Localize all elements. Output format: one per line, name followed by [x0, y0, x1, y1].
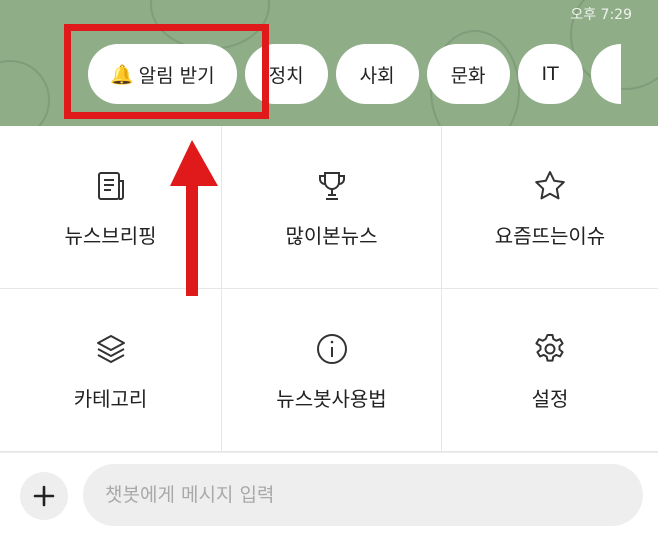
layers-icon	[91, 329, 131, 369]
menu-grid: 뉴스브리핑 많이본뉴스 요즘뜨는이슈 카테고리 뉴스봇사용법 설정	[0, 126, 658, 452]
message-composer	[0, 452, 658, 533]
gear-icon	[530, 329, 570, 369]
newspaper-icon	[91, 166, 131, 206]
chip-alarm[interactable]: 🔔 알림 받기	[88, 44, 237, 104]
quick-reply-chips: 🔔 알림 받기 정치 사회 문화 IT	[88, 44, 621, 104]
menu-label: 카테고리	[73, 386, 148, 411]
plus-icon	[33, 485, 55, 507]
chip-culture[interactable]: 문화	[426, 44, 510, 104]
menu-label: 요즘뜨는이슈	[494, 223, 606, 248]
menu-label: 뉴스브리핑	[64, 223, 157, 248]
chip-label: 알림 받기	[138, 64, 215, 87]
chip-politics[interactable]: 정치	[244, 44, 328, 104]
chip-it[interactable]: IT	[517, 44, 583, 104]
chip-label: IT	[541, 63, 559, 85]
background-doodle	[150, 0, 270, 50]
menu-newsbot-guide[interactable]: 뉴스봇사용법	[222, 289, 442, 452]
menu-category[interactable]: 카테고리	[0, 289, 222, 452]
background-doodle	[0, 60, 50, 126]
menu-label: 뉴스봇사용법	[276, 386, 387, 411]
menu-trending-issues[interactable]: 요즘뜨는이슈	[442, 126, 658, 289]
trophy-icon	[312, 166, 352, 206]
menu-popular-news[interactable]: 많이본뉴스	[222, 126, 442, 289]
info-icon	[312, 329, 352, 369]
menu-settings[interactable]: 설정	[442, 289, 658, 452]
status-bar-time: 오후 7:29	[570, 7, 632, 23]
chip-next-partial[interactable]	[590, 44, 621, 104]
chip-label: 정치	[268, 64, 304, 87]
menu-label: 많이본뉴스	[285, 223, 378, 248]
bell-icon: 🔔	[110, 63, 134, 86]
chip-society[interactable]: 사회	[335, 44, 419, 104]
chip-label: 사회	[359, 64, 395, 87]
menu-news-briefing[interactable]: 뉴스브리핑	[0, 126, 222, 289]
star-icon	[530, 166, 570, 206]
message-input[interactable]	[83, 464, 643, 526]
chatroom-header: 오후 7:29 🔔 알림 받기 정치 사회 문화 IT	[0, 0, 658, 126]
attach-button[interactable]	[20, 472, 68, 520]
menu-label: 설정	[531, 386, 569, 411]
chip-label: 문화	[450, 64, 486, 87]
